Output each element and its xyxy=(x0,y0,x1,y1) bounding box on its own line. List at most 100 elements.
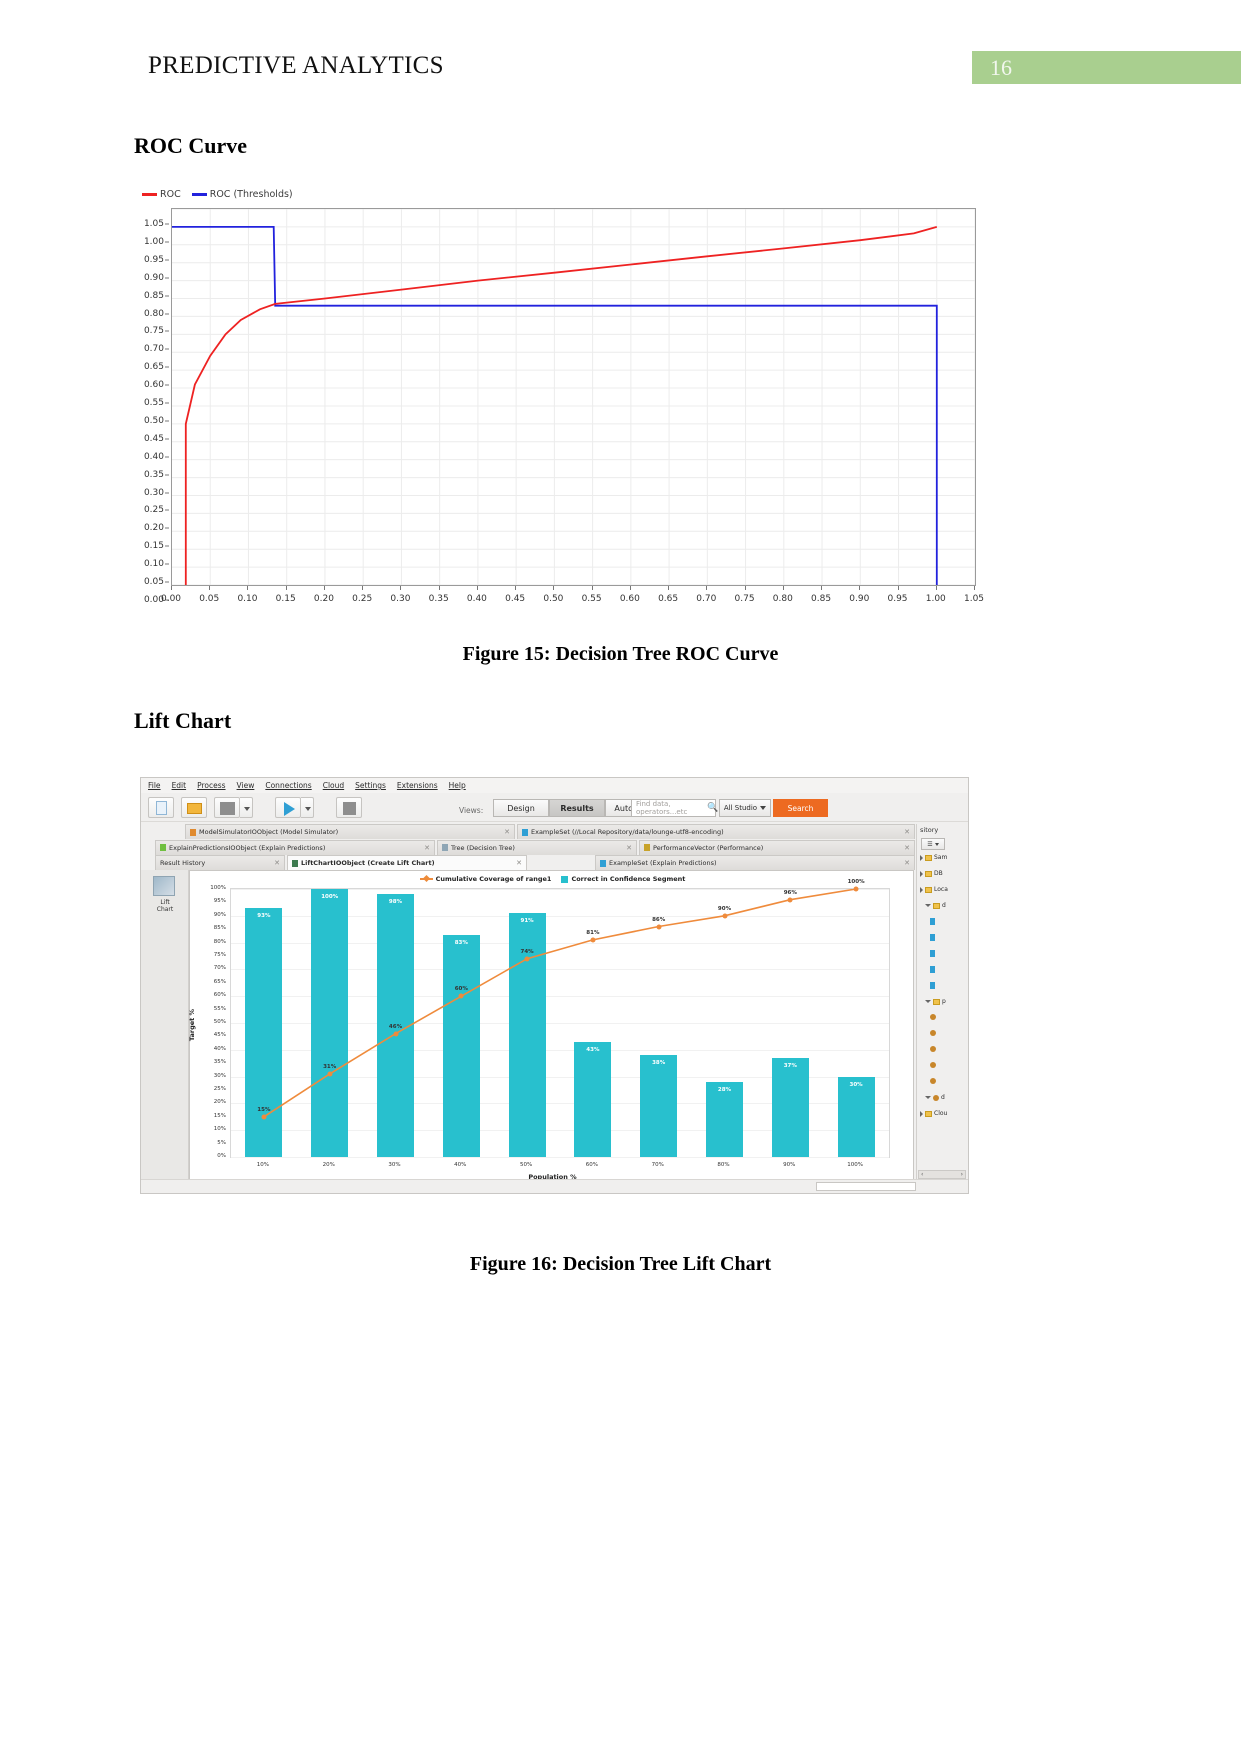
folder-icon xyxy=(925,870,932,877)
result-tab[interactable]: Result History ✕ xyxy=(155,855,285,870)
roc-legend-label: ROC xyxy=(160,188,181,200)
roc-y-tick-label: 0.15 xyxy=(143,541,164,552)
menu-item-cloud[interactable]: Cloud xyxy=(323,781,344,790)
roc-x-tick-mark xyxy=(323,586,325,590)
result-tab[interactable]: LiftChartIOObject (Create Lift Chart) ✕ xyxy=(287,855,527,870)
close-icon[interactable]: ✕ xyxy=(516,859,522,867)
roc-x-tick-label: 0.25 xyxy=(352,594,373,604)
roc-y-tick-mark xyxy=(165,527,169,529)
run-dropdown-arrow[interactable] xyxy=(301,797,314,818)
result-tabs: ModelSimulatorIOObject (Model Simulator)… xyxy=(145,824,915,870)
close-icon[interactable]: ✕ xyxy=(626,844,632,852)
repository-item[interactable] xyxy=(920,1014,938,1020)
chevron-right-icon[interactable] xyxy=(920,886,923,893)
save-process-button[interactable] xyxy=(214,797,240,818)
stop-process-button[interactable] xyxy=(336,797,362,818)
result-tab[interactable]: PerformanceVector (Performance) ✕ xyxy=(639,839,915,855)
chevron-right-icon[interactable] xyxy=(920,1110,923,1117)
lift-y-tick-label: 55% xyxy=(213,1005,226,1012)
roc-x-tick-mark xyxy=(782,586,784,590)
chevron-right-icon[interactable] xyxy=(920,854,923,861)
roc-y-tick-label: 0.70 xyxy=(143,344,164,355)
new-process-button[interactable] xyxy=(148,797,174,818)
roc-legend-item-0: ROC xyxy=(142,189,181,200)
search-scope-label: All Studio xyxy=(723,804,758,812)
menu-item-view[interactable]: View xyxy=(237,781,255,790)
lift-y-tick-label: 25% xyxy=(213,1086,226,1092)
repository-item[interactable]: Sam xyxy=(920,854,947,861)
repository-item[interactable] xyxy=(920,966,937,973)
menu-item-connections[interactable]: Connections xyxy=(265,781,311,790)
search-scope-dropdown[interactable]: All Studio xyxy=(719,799,771,817)
chevron-right-icon[interactable] xyxy=(920,870,923,877)
roc-y-tick-label: 0.30 xyxy=(143,487,164,498)
result-tab[interactable]: ExplainPredictionsIOObject (Explain Pred… xyxy=(155,839,435,855)
repository-item[interactable] xyxy=(920,950,937,957)
tree-icon xyxy=(442,844,448,851)
lift-x-tick-label: 100% xyxy=(847,1162,863,1168)
repository-item[interactable] xyxy=(920,1078,938,1084)
result-tab[interactable]: Tree (Decision Tree) ✕ xyxy=(437,839,637,855)
search-button[interactable]: Search xyxy=(773,799,828,817)
save-dropdown-arrow[interactable] xyxy=(240,797,253,818)
chevron-down-icon xyxy=(934,842,939,846)
search-input[interactable]: Find data, operators...etc xyxy=(631,799,716,817)
repository-item[interactable] xyxy=(920,1062,938,1068)
repository-item[interactable]: Clou xyxy=(920,1110,947,1117)
roc-y-tick-mark xyxy=(165,313,169,315)
repository-item[interactable] xyxy=(920,1030,938,1036)
lift-chart-legend: Cumulative Coverage of range1 Correct in … xyxy=(190,875,915,883)
result-tab[interactable]: ModelSimulatorIOObject (Model Simulator)… xyxy=(185,824,515,839)
lift-line-point xyxy=(261,1114,267,1120)
chevron-down-icon[interactable] xyxy=(925,1096,931,1099)
repository-menu-button[interactable]: ☰ xyxy=(921,838,945,850)
repository-item[interactable] xyxy=(920,1046,938,1052)
repository-item[interactable]: d xyxy=(920,902,946,909)
repository-hscrollbar[interactable]: ‹ › xyxy=(918,1170,966,1179)
menu-item-help[interactable]: Help xyxy=(449,781,466,790)
roc-y-tick-mark xyxy=(165,474,169,476)
open-process-button[interactable] xyxy=(181,797,207,818)
repository-item[interactable]: p xyxy=(920,998,946,1005)
close-icon[interactable]: ✕ xyxy=(904,844,910,852)
roc-y-tick-label: 0.40 xyxy=(143,451,164,462)
result-tab-label: ModelSimulatorIOObject (Model Simulator) xyxy=(199,828,339,836)
repository-item-label: d xyxy=(942,902,946,909)
repository-item[interactable]: Loca xyxy=(920,886,948,893)
repository-item[interactable] xyxy=(920,918,937,925)
search-icon[interactable]: 🔍 xyxy=(707,803,718,813)
run-process-button[interactable] xyxy=(275,797,301,818)
view-tab-results[interactable]: Results xyxy=(549,799,605,817)
result-tab[interactable]: ExampleSet (Explain Predictions) ✕ xyxy=(595,855,915,870)
roc-y-tick-mark xyxy=(165,456,169,458)
close-icon[interactable]: ✕ xyxy=(274,859,280,867)
lift-chart-icon[interactable] xyxy=(153,876,175,896)
result-tab[interactable]: ExampleSet (//Local Repository/data/loun… xyxy=(517,824,915,839)
scroll-right-icon[interactable]: › xyxy=(961,1171,963,1178)
figure-16-caption: Figure 16: Decision Tree Lift Chart xyxy=(469,1253,772,1275)
chevron-down-icon[interactable] xyxy=(925,904,931,907)
menu-item-edit[interactable]: Edit xyxy=(172,781,187,790)
lift-legend-label: Correct in Confidence Segment xyxy=(571,875,686,883)
view-tab-design[interactable]: Design xyxy=(493,799,549,817)
heading-lift-chart: Lift Chart xyxy=(134,708,232,733)
repository-item[interactable]: DB xyxy=(920,870,943,877)
lift-y-tick-label: 0% xyxy=(217,1153,226,1159)
chevron-down-icon[interactable] xyxy=(925,1000,931,1003)
repository-item[interactable] xyxy=(920,934,937,941)
repository-item[interactable] xyxy=(920,982,937,989)
close-icon[interactable]: ✕ xyxy=(504,828,510,836)
page-title: PREDICTIVE ANALYTICS xyxy=(148,52,444,79)
chart-icon xyxy=(292,859,298,867)
lift-y-tick-label: 35% xyxy=(213,1059,226,1066)
close-icon[interactable]: ✕ xyxy=(904,859,910,867)
menu-item-settings[interactable]: Settings xyxy=(355,781,386,790)
repository-item[interactable]: d xyxy=(920,1094,945,1101)
close-icon[interactable]: ✕ xyxy=(904,828,910,836)
close-icon[interactable]: ✕ xyxy=(424,844,430,852)
lift-y-tick-label: 75% xyxy=(213,952,226,958)
menu-item-file[interactable]: File xyxy=(148,781,161,790)
menu-item-process[interactable]: Process xyxy=(197,781,225,790)
menu-item-extensions[interactable]: Extensions xyxy=(397,781,438,790)
scroll-left-icon[interactable]: ‹ xyxy=(921,1171,923,1178)
